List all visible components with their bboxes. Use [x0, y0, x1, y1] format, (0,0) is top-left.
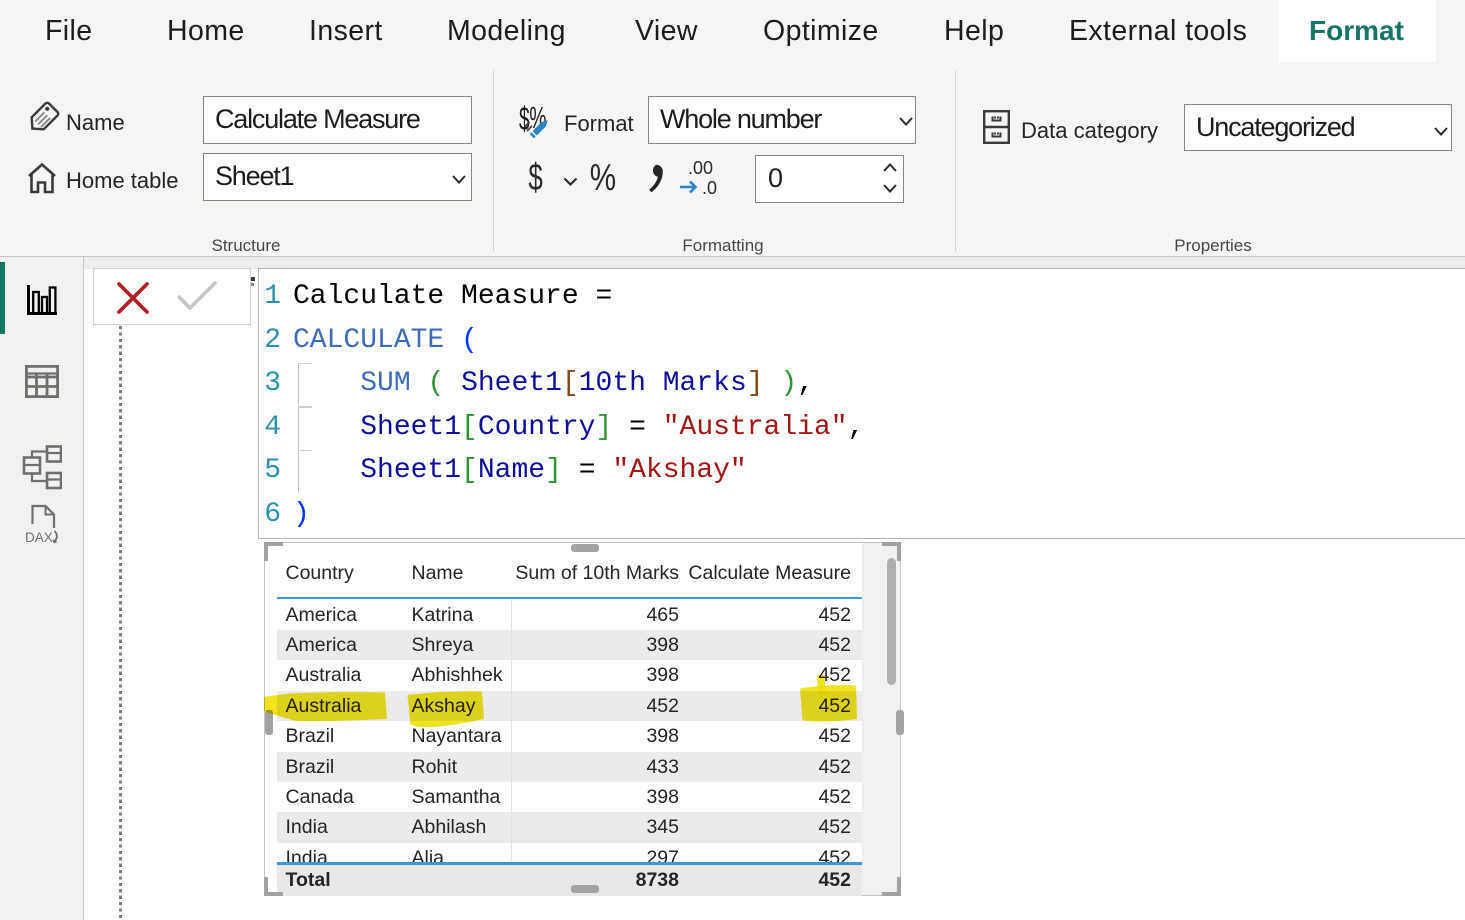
svg-text:DAX: DAX — [25, 530, 53, 545]
svg-text:%: % — [590, 158, 616, 197]
svg-text:$: $ — [519, 101, 530, 138]
svg-text:$: $ — [528, 157, 542, 198]
svg-text:.0: .0 — [702, 178, 717, 198]
svg-text:.00: .00 — [688, 158, 713, 178]
